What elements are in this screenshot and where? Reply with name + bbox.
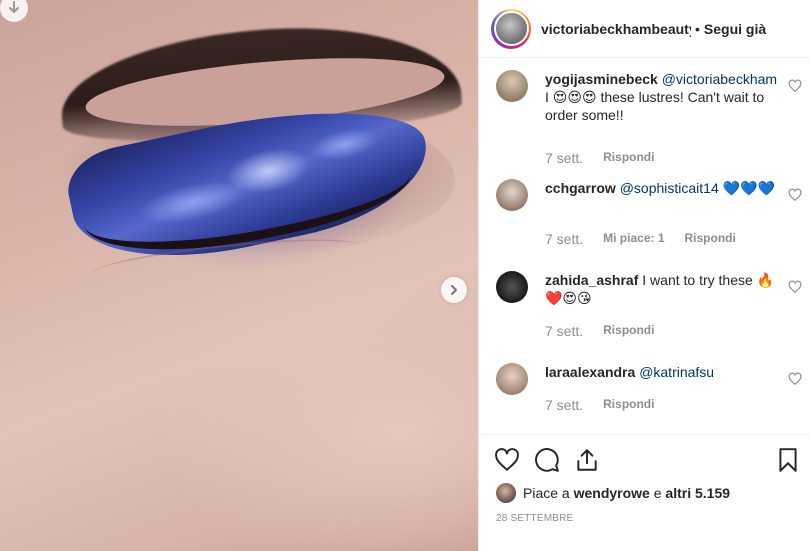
reply-button[interactable]: Rispondi (603, 150, 654, 166)
liker-username[interactable]: wendyrowe (574, 485, 650, 501)
likes-summary: Piace a wendyrowe e altri 5.159 (496, 483, 730, 503)
post-header: victoriabeckhambeauty • Segui già (479, 0, 810, 58)
chevron-right-icon (451, 285, 457, 295)
comment-username[interactable]: laraalexandra (545, 364, 635, 380)
post-actions: Piace a wendyrowe e altri 5.159 28 SETTE… (479, 434, 810, 551)
following-button[interactable]: Segui già (704, 21, 766, 37)
likes-connector: e (653, 485, 662, 501)
comment-text: laraalexandra @katrinafsu (545, 363, 783, 381)
comment-text: cchgarrow @sophisticait14 💙💙💙 (545, 179, 783, 197)
post-image[interactable] (0, 0, 478, 551)
comment-like-icon[interactable] (788, 188, 802, 202)
comment-like-icon[interactable] (788, 79, 802, 93)
comment-time[interactable]: 7 sett. (545, 150, 583, 166)
header-separator: • (695, 20, 700, 37)
comment-meta: 7 sett. Rispondi (545, 323, 654, 339)
comment-body-start: I want to try these (642, 272, 753, 288)
author-avatar-image (493, 11, 529, 46)
comment-emoji: 😍😍😍 (552, 89, 597, 105)
comment-username[interactable]: zahida_ashraf (545, 272, 638, 288)
comment-meta: 7 sett. Mi piace: 1 Rispondi (545, 231, 736, 247)
likes-others-count[interactable]: altri 5.159 (665, 485, 730, 501)
liker-avatar[interactable] (496, 483, 516, 503)
heart-icon[interactable] (494, 447, 520, 473)
reply-button[interactable]: Rispondi (603, 323, 654, 339)
post-date[interactable]: 28 SETTEMBRE (496, 513, 573, 524)
author-username[interactable]: victoriabeckhambeauty (541, 21, 691, 37)
commenter-avatar[interactable] (496, 179, 528, 211)
comment-mention[interactable]: @sophisticait14 (620, 180, 719, 196)
post-sidebar: victoriabeckhambeauty • Segui già yogija… (478, 0, 810, 551)
bookmark-icon[interactable] (775, 447, 801, 473)
comment-username[interactable]: cchgarrow (545, 180, 616, 196)
comment-time[interactable]: 7 sett. (545, 231, 583, 247)
comment-icon[interactable] (534, 447, 560, 473)
reply-button[interactable]: Rispondi (603, 397, 654, 413)
share-icon[interactable] (574, 447, 600, 473)
next-image-button[interactable] (441, 277, 467, 303)
comment-meta: 7 sett. Rispondi (545, 150, 654, 166)
comment-list: yogijasminebeck @victoriabeckham I 😍😍😍 t… (479, 58, 810, 434)
likes-prefix: Piace a (523, 485, 570, 501)
commenter-avatar[interactable] (496, 363, 528, 395)
comment-username[interactable]: yogijasminebeck (545, 71, 658, 87)
author-avatar[interactable] (491, 8, 531, 49)
comment-text: yogijasminebeck @victoriabeckham I 😍😍😍 t… (545, 70, 783, 124)
comment-emoji: 💙💙💙 (722, 180, 775, 196)
comment-like-icon[interactable] (788, 280, 802, 294)
comment-meta: 7 sett. Rispondi (545, 397, 654, 413)
comment-text: zahida_ashraf I want to try these 🔥❤️😍😘 (545, 271, 783, 307)
comment-body-start: I (545, 89, 549, 105)
comment-likes-count[interactable]: Mi piace: 1 (603, 231, 664, 247)
comment-mention[interactable]: @victoriabeckham (662, 71, 777, 87)
commenter-avatar[interactable] (496, 271, 528, 303)
comment-like-icon[interactable] (788, 372, 802, 386)
comment-time[interactable]: 7 sett. (545, 323, 583, 339)
comment-mention[interactable]: @katrinafsu (639, 364, 714, 380)
comment-time[interactable]: 7 sett. (545, 397, 583, 413)
commenter-avatar[interactable] (496, 70, 528, 102)
download-button[interactable] (0, 0, 28, 22)
reply-button[interactable]: Rispondi (685, 231, 736, 247)
arrow-down-icon (9, 1, 19, 14)
